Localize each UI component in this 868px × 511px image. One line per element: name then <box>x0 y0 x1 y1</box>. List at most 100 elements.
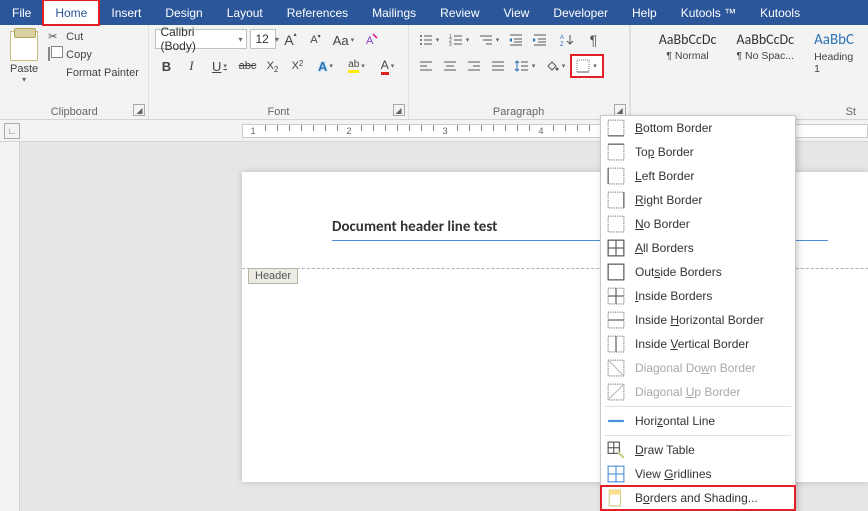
border-icon-left <box>607 167 625 185</box>
decrease-indent-button[interactable] <box>505 29 527 51</box>
style-swatch-2[interactable]: AaBbC Heading 1 <box>806 29 862 77</box>
multilevel-list-button[interactable]: ▾ <box>475 29 503 51</box>
menu-view[interactable]: View <box>492 0 542 25</box>
border-menu-none[interactable]: No Border <box>601 212 795 236</box>
svg-text:A: A <box>366 35 374 47</box>
svg-text:3: 3 <box>449 42 452 48</box>
borders-icon <box>576 59 590 73</box>
border-menu-label: Left Border <box>635 169 694 183</box>
align-right-icon <box>466 58 482 74</box>
border-menu-insideh[interactable]: Inside Horizontal Border <box>601 308 795 332</box>
highlight-button[interactable]: ab▾ <box>342 55 370 77</box>
paste-button[interactable]: Paste ▾ <box>6 29 42 86</box>
border-menu-outside[interactable]: Outside Borders <box>601 260 795 284</box>
border-menu-insidev[interactable]: Inside Vertical Border <box>601 332 795 356</box>
menu-file[interactable]: File <box>0 0 43 25</box>
paint-bucket-icon <box>544 58 560 74</box>
border-icon-gridlines <box>607 465 625 483</box>
bullets-button[interactable]: ▾ <box>415 29 443 51</box>
border-menu-bottom[interactable]: Bottom Border <box>601 116 795 140</box>
style-sample: AaBbCcDc <box>736 31 794 48</box>
menu-kutools[interactable]: Kutools <box>748 0 812 25</box>
menu-design[interactable]: Design <box>153 0 214 25</box>
align-center-icon <box>442 58 458 74</box>
copy-label: Copy <box>66 49 92 61</box>
style-swatch-1[interactable]: AaBbCcDc¶ No Spac... <box>728 29 802 64</box>
border-menu-all[interactable]: All Borders <box>601 236 795 260</box>
tab-selector[interactable]: ∟ <box>4 123 20 139</box>
line-spacing-icon <box>514 58 530 74</box>
menu-home[interactable]: Home <box>43 0 99 25</box>
align-right-button[interactable] <box>463 55 485 77</box>
format-painter-button[interactable]: Format Painter <box>46 65 141 81</box>
vertical-ruler[interactable] <box>0 142 20 511</box>
menu-references[interactable]: References <box>275 0 360 25</box>
font-color-button[interactable]: A▾ <box>373 55 401 77</box>
menu-mailings[interactable]: Mailings <box>360 0 428 25</box>
paste-dropdown-arrow[interactable]: ▾ <box>22 75 26 84</box>
change-case-button[interactable]: Aa▾ <box>329 29 357 51</box>
strikethrough-button[interactable]: abc <box>236 55 258 77</box>
style-label: ¶ Normal <box>666 50 708 62</box>
border-menu-hline[interactable]: Horizontal Line <box>601 409 795 433</box>
border-menu-label: Outside Borders <box>635 265 722 279</box>
border-icon-inside <box>607 287 625 305</box>
subscript-button[interactable]: X2 <box>261 55 283 77</box>
clear-formatting-button[interactable]: A <box>360 29 382 51</box>
font-size-value: 12 <box>255 32 268 46</box>
style-label: Heading 1 <box>814 51 854 75</box>
menu-review[interactable]: Review <box>428 0 491 25</box>
align-left-icon <box>418 58 434 74</box>
line-spacing-button[interactable]: ▾ <box>511 55 539 77</box>
style-sample: AaBbC <box>814 31 854 49</box>
superscript-button[interactable]: X2 <box>286 55 308 77</box>
font-dialog-launcher[interactable]: ◢ <box>393 104 405 116</box>
border-menu-inside[interactable]: Inside Borders <box>601 284 795 308</box>
paste-label: Paste <box>10 63 38 75</box>
menu-kutools[interactable]: Kutools ™ <box>669 0 748 25</box>
border-menu-top[interactable]: Top Border <box>601 140 795 164</box>
shading-button[interactable]: ▾ <box>541 55 569 77</box>
align-center-button[interactable] <box>439 55 461 77</box>
border-menu-shading[interactable]: Borders and Shading... <box>601 486 795 510</box>
text-effects-button[interactable]: A▾ <box>311 55 339 77</box>
menu-developer[interactable]: Developer <box>541 0 620 25</box>
border-menu-right[interactable]: Right Border <box>601 188 795 212</box>
menu-layout[interactable]: Layout <box>215 0 275 25</box>
clipboard-dialog-launcher[interactable]: ◢ <box>133 104 145 116</box>
sort-button[interactable]: AZ <box>553 29 581 51</box>
border-menu-drawtable[interactable]: Draw Table <box>601 438 795 462</box>
menu-separator <box>605 435 791 436</box>
style-swatch-0[interactable]: AaBbCcDc¶ Normal <box>651 29 725 64</box>
justify-button[interactable] <box>487 55 509 77</box>
underline-button[interactable]: U▾ <box>205 55 233 77</box>
borders-button[interactable]: ▾ <box>571 55 603 77</box>
border-icon-diagd <box>607 359 625 377</box>
copy-button[interactable]: Copy <box>46 47 141 63</box>
menu-insert[interactable]: Insert <box>99 0 153 25</box>
border-menu-label: All Borders <box>635 241 694 255</box>
align-left-button[interactable] <box>415 55 437 77</box>
border-menu-gridlines[interactable]: View Gridlines <box>601 462 795 486</box>
increase-font-button[interactable]: A▴ <box>279 29 301 51</box>
menu-bar: FileHomeInsertDesignLayoutReferencesMail… <box>0 0 868 25</box>
border-menu-label: Horizontal Line <box>635 414 715 428</box>
border-menu-left[interactable]: Left Border <box>601 164 795 188</box>
border-icon-bottom <box>607 119 625 137</box>
group-title-font: Font <box>155 104 401 119</box>
bold-button[interactable]: B <box>155 55 177 77</box>
border-icon-top <box>607 143 625 161</box>
numbering-button[interactable]: 123▾ <box>445 29 473 51</box>
italic-button[interactable]: I <box>180 55 202 77</box>
decrease-font-button[interactable]: A▾ <box>304 29 326 51</box>
borders-dropdown-menu: Bottom BorderTop Border Left Border Right … <box>600 115 796 511</box>
font-name-combo[interactable]: Calibri (Body)▾ <box>155 29 247 49</box>
font-size-combo[interactable]: 12▾ <box>250 29 276 49</box>
show-marks-button[interactable]: ¶ <box>583 29 605 51</box>
menu-help[interactable]: Help <box>620 0 669 25</box>
border-icon-none <box>607 215 625 233</box>
cut-button[interactable]: Cut <box>46 29 141 45</box>
border-menu-diagu: Diagonal Up Border <box>601 380 795 404</box>
increase-indent-button[interactable] <box>529 29 551 51</box>
border-icon-right <box>607 191 625 209</box>
